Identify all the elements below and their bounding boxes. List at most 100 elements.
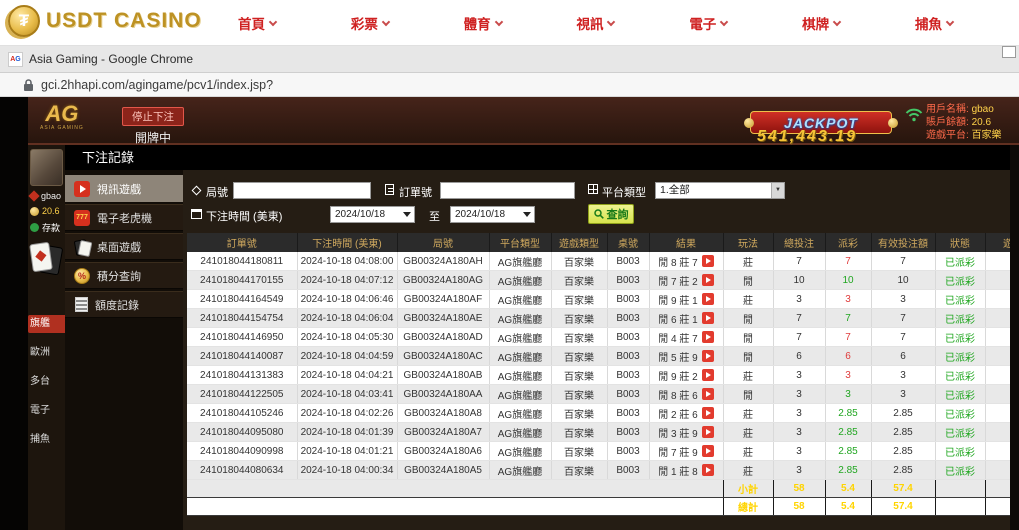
- result-text: 閒 4 莊 7: [658, 330, 697, 345]
- cell-game-type: 百家樂: [551, 366, 607, 385]
- nav-item[interactable]: 棋牌: [802, 13, 840, 33]
- cell-valid-bet: 3: [871, 385, 935, 404]
- modal-menu-item[interactable]: 電子老虎機: [65, 204, 183, 231]
- replay-button[interactable]: [702, 464, 714, 476]
- modal-menu-item-label: 視訊遊戲: [97, 181, 141, 197]
- play-icon: [706, 315, 711, 321]
- replay-button[interactable]: [702, 350, 714, 362]
- cell-result: 閒 5 莊 9: [649, 347, 723, 366]
- column-header: 派彩: [825, 233, 871, 252]
- lobby-sidebar: gbao 20.6 存款 旗艦 歐洲 多台 電子 捕魚: [28, 145, 65, 530]
- play-icon: [706, 448, 711, 454]
- replay-button[interactable]: [702, 312, 714, 324]
- cell-play: 莊: [723, 461, 773, 480]
- cell-round-no: GB00324A180AH: [397, 252, 489, 271]
- chevron-down-icon: [607, 17, 615, 25]
- cell-status: 已派彩: [935, 347, 985, 366]
- grand-total-payout: 5.4: [825, 498, 871, 516]
- cell-platform: AG旗艦廳: [489, 404, 551, 423]
- grand-total-valid-bet: 57.4: [871, 498, 935, 516]
- result-text: 閒 2 莊 6: [658, 406, 697, 421]
- round-input[interactable]: [233, 182, 371, 199]
- cell-valid-bet: 2.85: [871, 423, 935, 442]
- replay-button[interactable]: [702, 293, 714, 305]
- nav-item[interactable]: 首頁: [238, 13, 276, 33]
- replay-button[interactable]: [702, 255, 714, 267]
- cell-extra: -: [985, 385, 1010, 404]
- cell-extra: -: [985, 271, 1010, 290]
- chevron-down-icon: [833, 17, 841, 25]
- cell-round-no: GB00324A180AF: [397, 290, 489, 309]
- avatar[interactable]: [30, 149, 63, 186]
- lobby-menu-item[interactable]: 旗艦: [28, 315, 65, 333]
- cell-table-no: B003: [607, 423, 649, 442]
- cell-order-no: 241018044080634: [187, 461, 297, 480]
- nav-item[interactable]: 捕魚: [915, 13, 953, 33]
- cell-status: 已派彩: [935, 404, 985, 423]
- replay-button[interactable]: [702, 388, 714, 400]
- column-header: 有效投注額: [871, 233, 935, 252]
- nav-item[interactable]: 電子: [689, 13, 727, 33]
- cell-extra: -: [985, 366, 1010, 385]
- url-text[interactable]: gci.2hhapi.com/agingame/pcv1/index.jsp?: [41, 73, 273, 97]
- column-header: 總投注: [773, 233, 825, 252]
- lobby-username: gbao: [41, 191, 61, 201]
- column-header: 結果: [649, 233, 723, 252]
- cell-payout: 2.85: [825, 442, 871, 461]
- cell-table-no: B003: [607, 404, 649, 423]
- replay-button[interactable]: [702, 331, 714, 343]
- cell-payout: 3: [825, 385, 871, 404]
- lobby-menu-item[interactable]: 電子: [28, 402, 65, 420]
- table-row: 241018044180811 2024-10-18 04:08:00 GB00…: [187, 252, 1010, 271]
- replay-button[interactable]: [702, 407, 714, 419]
- cell-total-bet: 3: [773, 461, 825, 480]
- lobby-username-row: gbao: [30, 191, 61, 201]
- play-icon: [706, 410, 711, 416]
- platform-select[interactable]: 1.全部 ▼: [655, 182, 785, 199]
- cell-valid-bet: 3: [871, 290, 935, 309]
- replay-button[interactable]: [702, 445, 714, 457]
- replay-button[interactable]: [702, 274, 714, 286]
- cell-extra: -: [985, 328, 1010, 347]
- cell-bet-time: 2024-10-18 04:02:26: [297, 404, 397, 423]
- cell-order-no: 241018044131383: [187, 366, 297, 385]
- replay-button[interactable]: [702, 369, 714, 381]
- dropdown-arrow-icon: [403, 212, 411, 217]
- modal-menu-item-label: 積分查詢: [97, 268, 141, 284]
- cell-payout: 3: [825, 366, 871, 385]
- result-text: 閒 9 莊 2: [658, 368, 697, 383]
- url-bar[interactable]: gci.2hhapi.com/agingame/pcv1/index.jsp?: [0, 73, 1019, 97]
- modal-menu-item[interactable]: 視訊遊戲: [65, 175, 183, 202]
- cell-round-no: GB00324A180AE: [397, 309, 489, 328]
- result-text: 閒 7 莊 9: [658, 444, 697, 459]
- cell-payout: 2.85: [825, 423, 871, 442]
- nav-item-label: 彩票: [351, 13, 378, 33]
- date-to-select[interactable]: 2024/10/18: [450, 206, 535, 223]
- order-input[interactable]: [440, 182, 575, 199]
- modal-menu-item[interactable]: 額度記錄: [65, 291, 183, 318]
- nav-item[interactable]: 體育: [464, 13, 502, 33]
- column-header: 遊戲: [985, 233, 1010, 252]
- lobby-menu-item[interactable]: 多台: [28, 373, 65, 391]
- cell-payout: 10: [825, 271, 871, 290]
- site-logo[interactable]: ₮ USDT CASINO: [8, 5, 202, 37]
- nav-item[interactable]: 視訊: [576, 13, 614, 33]
- play-icon: [706, 429, 711, 435]
- modal-menu-item-label: 額度記錄: [95, 297, 139, 313]
- search-button[interactable]: 查詢: [588, 204, 634, 224]
- lobby-menu-item[interactable]: 歐洲: [28, 344, 65, 362]
- deposit-button[interactable]: 存款: [30, 221, 60, 234]
- date-from-select[interactable]: 2024/10/18: [330, 206, 415, 223]
- nav-item[interactable]: 彩票: [351, 13, 389, 33]
- play-icon: [706, 296, 711, 302]
- replay-button[interactable]: [702, 426, 714, 438]
- lobby-menu-item[interactable]: 捕魚: [28, 431, 65, 449]
- coin-icon: [30, 207, 39, 216]
- cell-payout: 7: [825, 252, 871, 271]
- bet-records-modal-titlebar: 下注記錄: [65, 145, 1010, 170]
- bet-time-label: 下注時間 (美東): [206, 208, 282, 224]
- site-header: ₮ USDT CASINO 首頁 彩票 體育 視訊: [0, 0, 1019, 46]
- modal-menu-item[interactable]: 桌面遊戲: [65, 233, 183, 260]
- jackpot-value: 541,443.19: [757, 128, 857, 146]
- modal-menu-item[interactable]: 積分查詢: [65, 262, 183, 289]
